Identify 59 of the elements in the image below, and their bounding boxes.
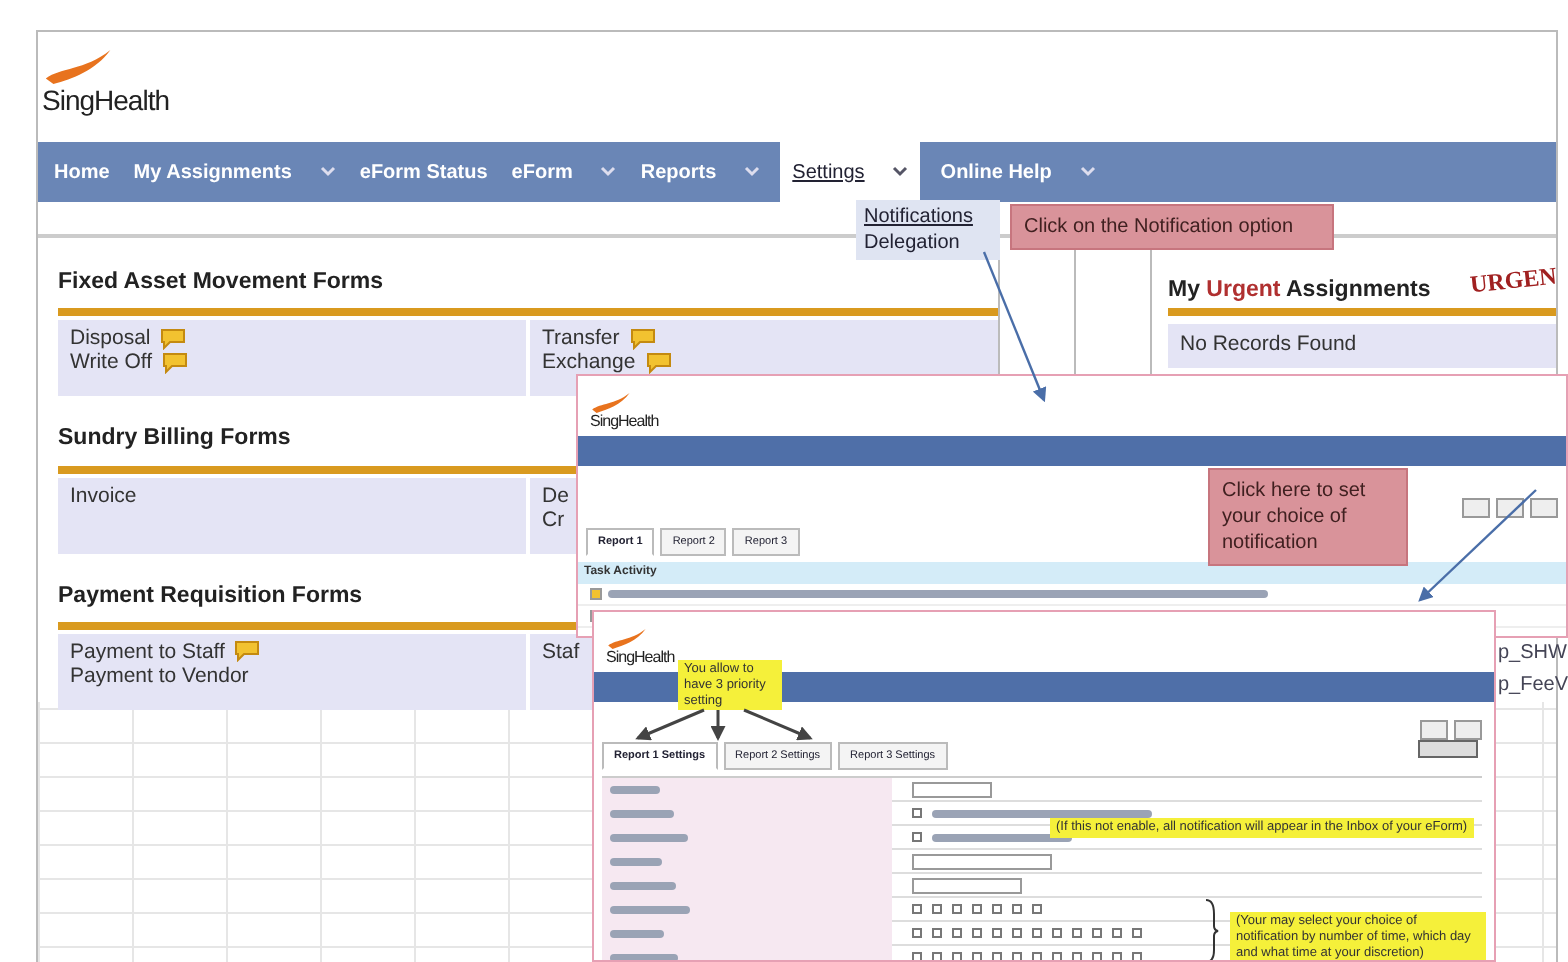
blurred-text xyxy=(610,905,690,914)
speech-bubble-icon[interactable] xyxy=(234,640,261,663)
nav-item[interactable]: eForm Status xyxy=(347,142,500,202)
arrow xyxy=(743,708,813,741)
section-title: Payment Requisition Forms xyxy=(58,581,363,611)
menu-item[interactable]: Delegation xyxy=(864,230,960,256)
toolbar-icon[interactable] xyxy=(1496,498,1524,518)
form-link[interactable]: De xyxy=(542,483,569,507)
nav-item[interactable]: My Assignments xyxy=(121,142,348,202)
logo-text: SingHealth xyxy=(42,86,169,114)
form-link[interactable]: Transfer xyxy=(542,326,620,351)
section-title: Fixed Asset Movement Forms xyxy=(58,268,384,298)
stamp-text: URGEN xyxy=(1467,259,1558,303)
panel-title: My Urgent Assignments xyxy=(1168,276,1431,306)
form-link[interactable]: Staf xyxy=(542,639,580,664)
logo-text: SingHealth xyxy=(590,414,659,430)
form-link[interactable]: Payment to Staff xyxy=(70,639,225,664)
nav-item[interactable]: eForm xyxy=(499,142,629,202)
nav-item[interactable]: Reports xyxy=(628,142,773,202)
callout-note: Click on the Notification option xyxy=(1010,204,1334,250)
blurred-text xyxy=(610,833,688,842)
input-field[interactable] xyxy=(912,853,1052,870)
blurred-text xyxy=(610,953,678,960)
toolbar-icon[interactable] xyxy=(1420,720,1448,740)
form-link[interactable]: Exchange xyxy=(542,350,636,375)
blurred-text xyxy=(610,785,660,794)
section-title: Sundry Billing Forms xyxy=(58,424,291,455)
nav-item[interactable]: Home xyxy=(42,142,122,202)
blurred-text xyxy=(610,881,676,890)
nav-item[interactable]: Online Help xyxy=(928,142,1108,202)
speech-bubble-icon[interactable] xyxy=(629,327,656,350)
cut-off-text: p_SHW xyxy=(1498,640,1567,668)
form-link[interactable]: Write Off xyxy=(70,350,153,375)
arrow xyxy=(710,710,726,741)
blurred-text xyxy=(610,929,664,938)
blurred-text xyxy=(610,857,662,866)
callout-note: Click here to set your choice of notification xyxy=(1208,468,1408,566)
form-link[interactable]: Disposal xyxy=(70,326,151,351)
speech-bubble-icon[interactable] xyxy=(645,351,672,374)
arrow xyxy=(1418,489,1537,602)
nav-item[interactable]: Settings xyxy=(780,142,921,202)
menu-item[interactable]: Notifications xyxy=(864,204,973,230)
empty-message: No Records Found xyxy=(1168,324,1556,368)
arrow xyxy=(635,708,705,741)
brace-icon xyxy=(1204,898,1220,960)
cut-off-text: p_FeeV xyxy=(1498,672,1568,700)
toolbar-icon[interactable] xyxy=(1454,720,1482,740)
input-field[interactable] xyxy=(912,877,1022,894)
logo-text: SingHealth xyxy=(606,650,675,666)
form-link[interactable]: Invoice xyxy=(70,483,137,507)
toolbar-icon[interactable] xyxy=(1530,498,1558,518)
toolbar-icon[interactable] xyxy=(1462,498,1490,518)
input-field[interactable] xyxy=(912,781,992,798)
form-link[interactable]: Cr xyxy=(542,507,565,531)
blurred-text xyxy=(610,809,674,818)
speech-bubble-icon[interactable] xyxy=(162,351,189,374)
speech-bubble-icon[interactable] xyxy=(160,327,187,350)
small-button[interactable] xyxy=(1418,740,1478,758)
form-link[interactable]: Payment to Vendor xyxy=(70,663,249,688)
